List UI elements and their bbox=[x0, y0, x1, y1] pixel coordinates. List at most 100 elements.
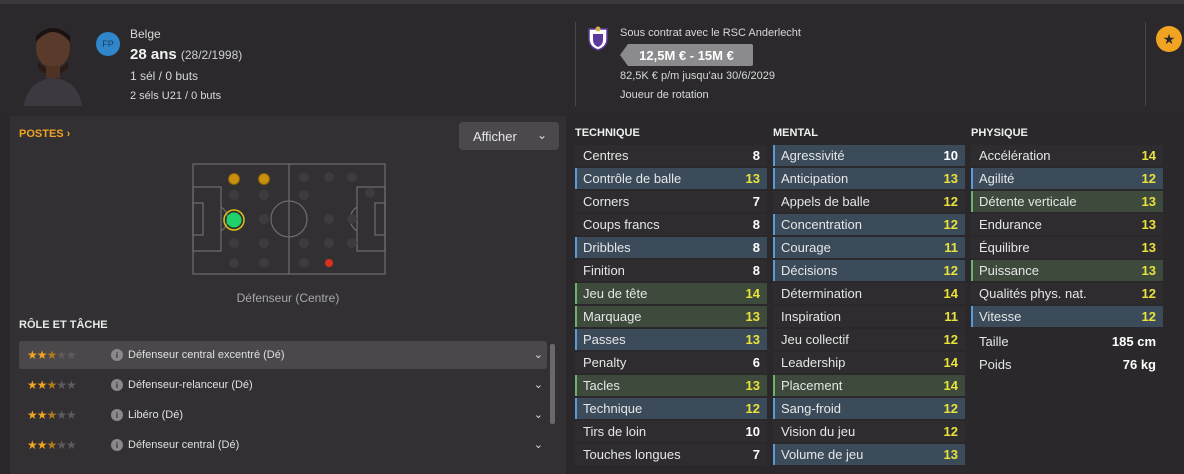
role-label: Défenseur-relanceur (Dé) bbox=[128, 379, 253, 391]
role-row[interactable]: ★★★★★ i Défenseur central excentré (Dé) … bbox=[19, 341, 547, 369]
attribute-name: Endurance bbox=[979, 217, 1042, 232]
attribute-name: Équilibre bbox=[979, 240, 1030, 255]
roles-scrollbar[interactable] bbox=[550, 344, 555, 424]
attribute-name: Centres bbox=[583, 148, 629, 163]
position-marker-main bbox=[226, 212, 242, 228]
attribute-name: Technique bbox=[583, 401, 643, 416]
attribute-value: 12 bbox=[1141, 309, 1156, 324]
attribute-value: 10 bbox=[745, 424, 760, 439]
attribute-name: Sang-froid bbox=[781, 401, 841, 416]
attribute-row[interactable]: Détermination 14 bbox=[773, 283, 965, 304]
attribute-value: 14 bbox=[943, 355, 958, 370]
u21-caps: 2 séls U21 / 0 buts bbox=[130, 90, 222, 102]
physique-title: PHYSIQUE bbox=[971, 127, 1028, 139]
club-crest-icon[interactable] bbox=[585, 25, 611, 51]
attribute-value: 13 bbox=[1141, 194, 1156, 209]
attribute-row[interactable]: Tirs de loin 10 bbox=[575, 421, 767, 442]
info-icon[interactable]: i bbox=[111, 439, 123, 451]
attribute-value: 8 bbox=[752, 217, 760, 232]
attribute-row[interactable]: Sang-froid 12 bbox=[773, 398, 965, 419]
role-stars: ★★★★★ bbox=[27, 348, 77, 362]
attribute-value: 13 bbox=[745, 171, 760, 186]
birthdate: (28/2/1998) bbox=[180, 48, 243, 62]
attribute-row[interactable]: Marquage 13 bbox=[575, 306, 767, 327]
attribute-row[interactable]: Endurance 13 bbox=[971, 214, 1163, 235]
attribute-row[interactable]: Coups francs 8 bbox=[575, 214, 767, 235]
shortlist-star-icon[interactable]: ★ bbox=[1156, 26, 1182, 52]
attribute-value: 7 bbox=[752, 447, 760, 462]
attribute-row[interactable]: Décisions 12 bbox=[773, 260, 965, 281]
info-icon[interactable]: i bbox=[111, 409, 123, 421]
attribute-row[interactable]: Volume de jeu 13 bbox=[773, 444, 965, 465]
chevron-down-icon[interactable]: ⌄ bbox=[534, 378, 543, 391]
age: 28 ans bbox=[130, 46, 177, 63]
attribute-row[interactable]: Finition 8 bbox=[575, 260, 767, 281]
chevron-down-icon[interactable]: ⌄ bbox=[534, 438, 543, 451]
pitch-diagram bbox=[192, 163, 386, 275]
position-marker-secondary bbox=[228, 173, 240, 185]
attribute-row[interactable]: Touches longues 7 bbox=[575, 444, 767, 465]
transfer-value-tag[interactable]: 12,5M € - 15M € bbox=[620, 44, 753, 66]
postes-link[interactable]: POSTES › bbox=[19, 128, 70, 140]
attribute-value: 12 bbox=[943, 332, 958, 347]
attribute-row[interactable]: Accélération 14 bbox=[971, 145, 1163, 166]
role-row[interactable]: ★★★★★ i Défenseur-relanceur (Dé) ⌄ bbox=[19, 371, 547, 399]
caps: 1 sél / 0 buts bbox=[130, 69, 199, 83]
attribute-row[interactable]: Technique 12 bbox=[575, 398, 767, 419]
attribute-row[interactable]: Placement 14 bbox=[773, 375, 965, 396]
attribute-name: Vitesse bbox=[979, 309, 1022, 324]
attribute-row[interactable]: Dribbles 8 bbox=[575, 237, 767, 258]
info-icon[interactable]: i bbox=[111, 349, 123, 361]
attribute-name: Détermination bbox=[781, 286, 862, 301]
attribute-row[interactable]: Détente verticale 13 bbox=[971, 191, 1163, 212]
attribute-value: 8 bbox=[752, 263, 760, 278]
attribute-row[interactable]: Corners 7 bbox=[575, 191, 767, 212]
position-caption: Défenseur (Centre) bbox=[236, 291, 340, 305]
attribute-row[interactable]: Vitesse 12 bbox=[971, 306, 1163, 327]
attribute-row[interactable]: Contrôle de balle 13 bbox=[575, 168, 767, 189]
attribute-value: 13 bbox=[745, 309, 760, 324]
attribute-row[interactable]: Appels de balle 12 bbox=[773, 191, 965, 212]
attribute-row[interactable]: Agressivité 10 bbox=[773, 145, 965, 166]
role-row[interactable]: ★★★★★ i Défenseur central (Dé) ⌄ bbox=[19, 431, 547, 459]
attribute-name: Touches longues bbox=[583, 447, 681, 462]
position-marker-secondary bbox=[258, 173, 270, 185]
attribute-row[interactable]: Concentration 12 bbox=[773, 214, 965, 235]
info-icon[interactable]: i bbox=[111, 379, 123, 391]
attribute-name: Puissance bbox=[979, 263, 1039, 278]
chevron-down-icon[interactable]: ⌄ bbox=[534, 408, 543, 421]
attribute-row[interactable]: Vision du jeu 12 bbox=[773, 421, 965, 442]
attribute-row[interactable]: Puissance 13 bbox=[971, 260, 1163, 281]
squad-status: Joueur de rotation bbox=[620, 89, 709, 101]
attribute-value: 10 bbox=[943, 148, 958, 163]
attribute-row[interactable]: Inspiration 11 bbox=[773, 306, 965, 327]
attribute-row[interactable]: Équilibre 13 bbox=[971, 237, 1163, 258]
attribute-value: 12 bbox=[943, 194, 958, 209]
attribute-name: Marquage bbox=[583, 309, 642, 324]
attribute-row[interactable]: Anticipation 13 bbox=[773, 168, 965, 189]
attribute-value: 13 bbox=[1141, 240, 1156, 255]
attribute-name: Anticipation bbox=[781, 171, 849, 186]
afficher-dropdown[interactable]: Afficher ⌄ bbox=[459, 122, 559, 150]
afficher-label: Afficher bbox=[473, 128, 517, 144]
attribute-row[interactable]: Qualités phys. nat. 12 bbox=[971, 283, 1163, 304]
attribute-name: Détente verticale bbox=[979, 194, 1077, 209]
attribute-row[interactable]: Jeu collectif 12 bbox=[773, 329, 965, 350]
attribute-row[interactable]: Passes 13 bbox=[575, 329, 767, 350]
position-marker-weak bbox=[325, 259, 333, 267]
attribute-row[interactable]: Tacles 13 bbox=[575, 375, 767, 396]
role-row[interactable]: ★★★★★ i Libéro (Dé) ⌄ bbox=[19, 401, 547, 429]
role-stars: ★★★★★ bbox=[27, 378, 77, 392]
attribute-name: Corners bbox=[583, 194, 630, 209]
attribute-value: 13 bbox=[745, 332, 760, 347]
position-badge: FP bbox=[96, 32, 120, 56]
attribute-row[interactable]: Centres 8 bbox=[575, 145, 767, 166]
attribute-value: 12 bbox=[943, 424, 958, 439]
chevron-down-icon[interactable]: ⌄ bbox=[534, 348, 543, 361]
attribute-value: 7 bbox=[752, 194, 760, 209]
attribute-row[interactable]: Courage 11 bbox=[773, 237, 965, 258]
attribute-row[interactable]: Leadership 14 bbox=[773, 352, 965, 373]
attribute-row[interactable]: Jeu de tête 14 bbox=[575, 283, 767, 304]
attribute-row[interactable]: Penalty 6 bbox=[575, 352, 767, 373]
attribute-row[interactable]: Agilité 12 bbox=[971, 168, 1163, 189]
